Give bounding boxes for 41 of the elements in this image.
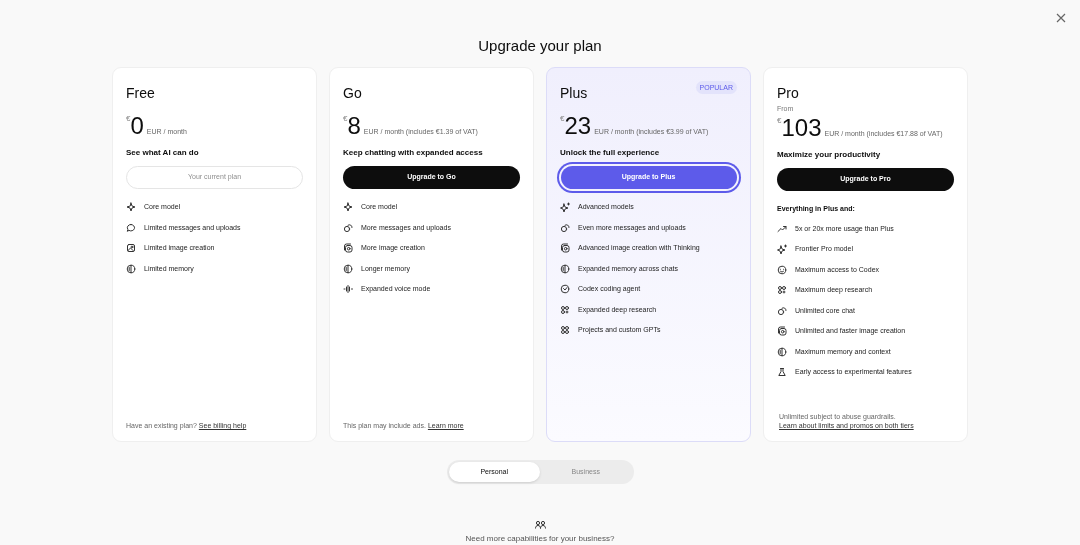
smile-icon [777,264,787,275]
trend-icon [777,223,787,234]
flask-icon [777,367,787,377]
currency-symbol: € [560,114,565,123]
business-prompt: Need more capabilities for your business? [465,534,615,544]
price-amount: 0 [130,114,144,138]
grid-icon [560,325,570,335]
images-icon [560,243,570,253]
sparkle-icon [343,202,353,212]
close-icon [1056,13,1066,23]
close-button[interactable] [1054,11,1068,25]
sparkles-icon [777,244,787,254]
cluster-icon [777,285,787,295]
image-icon [126,243,136,253]
price-amount: 103 [781,116,822,140]
currency-symbol: € [343,114,348,123]
price-amount: 23 [564,114,592,138]
split-circle-icon [777,346,787,357]
plan-name: Go [343,85,362,101]
cluster-icon [560,304,570,315]
split-circle-icon [126,263,136,274]
speech-bubble-icon [126,222,136,233]
sparkle-icon [126,202,136,212]
split-circle-icon [343,263,353,274]
plan-name: Free [126,85,155,101]
plan-tagline: See what AI can do [126,148,200,158]
plan-name: Pro [777,85,799,101]
images-icon [343,243,353,253]
sound-wave-icon [343,284,353,294]
page-title: Upgrade your plan [478,37,602,55]
price-amount: 8 [347,114,361,138]
plan-tagline: Keep chatting with expanded access [343,148,484,158]
people-icon [534,521,546,529]
plan-tagline: Unlock the full experience [560,148,661,158]
images-icon [777,326,787,336]
sparkles-icon [560,202,570,212]
plan-tagline: Maximize your productivity [777,150,882,160]
split-circle-icon [560,263,570,274]
currency-symbol: € [777,116,782,125]
currency-symbol: € [126,114,131,123]
plan-name: Plus [560,85,588,101]
